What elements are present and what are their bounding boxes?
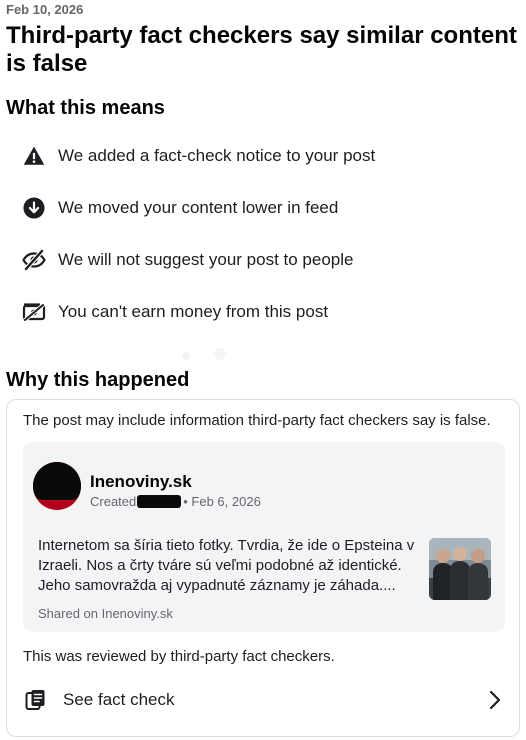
consequence-text: We will not suggest your post to people bbox=[58, 250, 354, 269]
eye-off-icon bbox=[22, 248, 46, 272]
faint-artifact bbox=[214, 348, 226, 360]
consequence-item-fact-check-notice: We added a fact-check notice to your pos… bbox=[22, 144, 375, 168]
reviewed-text: This was reviewed by third-party fact ch… bbox=[23, 648, 335, 665]
post-preview[interactable]: Inenoviny.sk Created • Feb 6, 2026 Inter… bbox=[23, 442, 505, 632]
faint-artifact bbox=[182, 352, 190, 360]
redaction-block bbox=[33, 462, 81, 500]
why-card: The post may include information third-p… bbox=[6, 399, 520, 737]
page-title: Third-party fact checkers say similar co… bbox=[6, 22, 517, 77]
post-text: Internetom sa šíria tieto fotky. Tvrdia,… bbox=[38, 537, 415, 594]
consequence-text: We added a fact-check notice to your pos… bbox=[58, 146, 376, 165]
post-shared-on: Shared on Inenoviny.sk bbox=[38, 606, 173, 621]
post-created-label: Created bbox=[90, 494, 137, 509]
warning-icon bbox=[22, 144, 46, 168]
why-intro-text: The post may include information third-p… bbox=[23, 412, 491, 429]
post-thumbnail bbox=[429, 538, 491, 600]
consequence-item-no-monetization: You can't earn money from this post bbox=[22, 300, 328, 324]
fact-check-articles-icon bbox=[23, 687, 49, 713]
consequence-item-lower-in-feed: We moved your content lower in feed bbox=[22, 196, 338, 220]
redaction-block bbox=[137, 495, 182, 508]
see-fact-check-button[interactable]: See fact check bbox=[23, 684, 505, 716]
consequence-text: We moved your content lower in feed bbox=[58, 198, 339, 217]
consequence-text: You can't earn money from this post bbox=[58, 302, 329, 321]
why-this-happened-heading: Why this happened bbox=[6, 369, 190, 391]
avatar bbox=[33, 462, 81, 510]
money-off-icon bbox=[22, 300, 46, 324]
what-this-means-heading: What this means bbox=[6, 97, 165, 119]
arrow-down-circle-icon bbox=[22, 196, 46, 220]
post-date: • Feb 6, 2026 bbox=[183, 494, 261, 509]
post-meta: Created • Feb 6, 2026 bbox=[90, 494, 261, 509]
post-page-name: Inenoviny.sk bbox=[90, 472, 192, 491]
see-fact-check-label: See fact check bbox=[63, 690, 175, 709]
chevron-right-icon bbox=[485, 688, 505, 712]
consequence-item-not-suggested: We will not suggest your post to people bbox=[22, 248, 353, 272]
notice-date: Feb 10, 2026 bbox=[6, 2, 84, 17]
